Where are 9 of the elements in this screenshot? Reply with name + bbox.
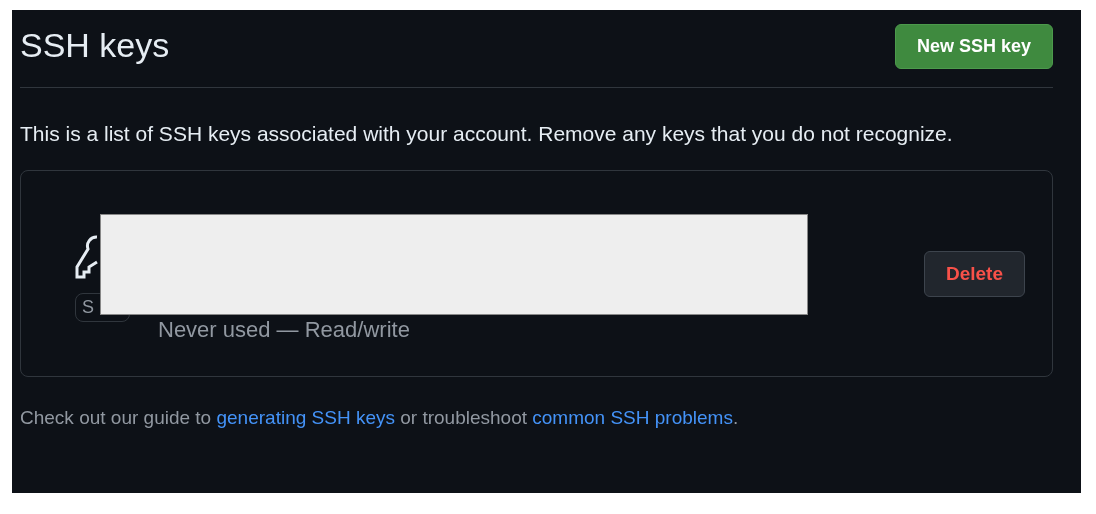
page-title: SSH keys (20, 26, 170, 65)
new-ssh-key-button[interactable]: New SSH key (894, 24, 1053, 69)
delete-button[interactable]: Delete (923, 250, 1025, 297)
help-link[interactable]: common SSH problems (532, 407, 733, 428)
help-link[interactable]: generating SSH keys (216, 407, 395, 428)
key-icon (75, 235, 99, 281)
help-text: Check out our guide to generating SSH keys or troubleshoot common SSH problems. (20, 407, 740, 429)
key-usage-text: Never used — Read/write (158, 316, 411, 343)
intro-text: This is a list of SSH keys associated with your account. Remove any keys that you do not recognize. (20, 121, 954, 147)
